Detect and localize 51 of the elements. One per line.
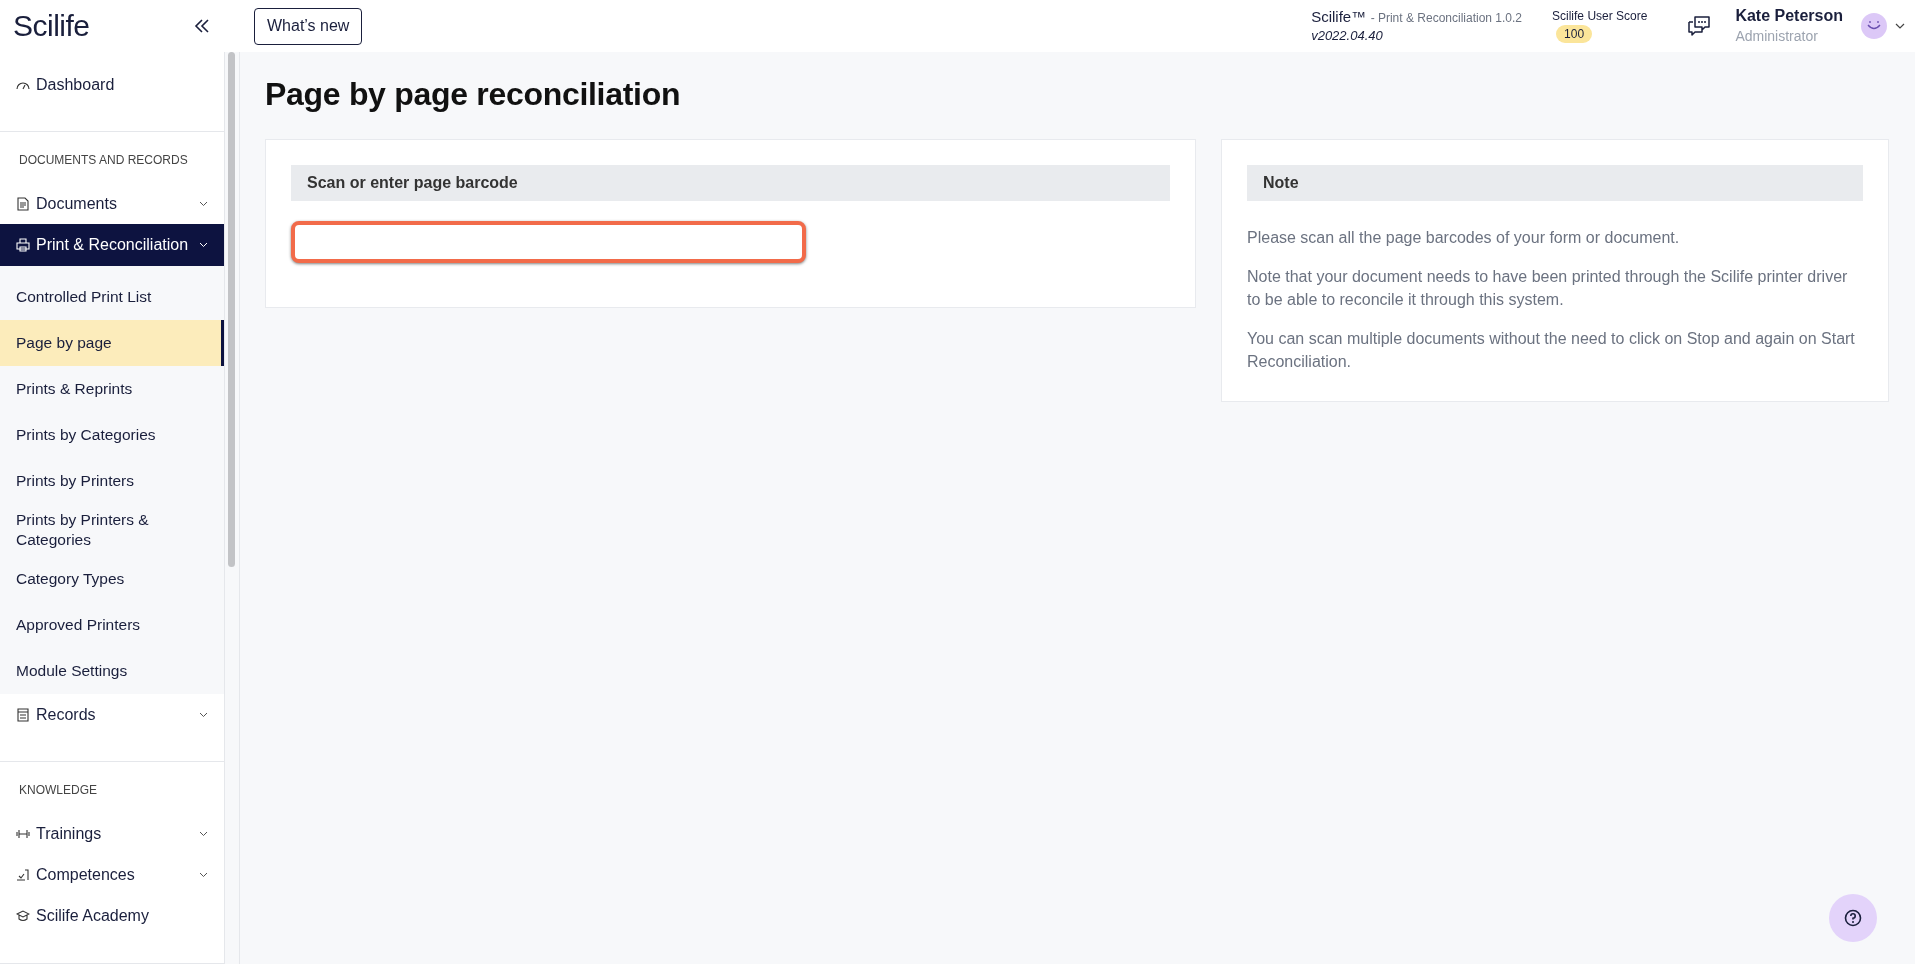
chevron-icon: [199, 242, 208, 249]
submenu-item[interactable]: Category Types: [0, 555, 224, 602]
submenu-item[interactable]: Prints by Printers & Categories: [0, 503, 224, 556]
graduation-cap-icon: [16, 909, 30, 924]
note-paragraph: Note that your document needs to have been printed through the Scilife printer driver to be able to reconcile it through this system.: [1247, 267, 1849, 310]
sidebar-item[interactable]: Scilife Academy: [0, 895, 224, 937]
module-version: - Print & Reconciliation 1.0.2: [1370, 10, 1523, 25]
note-paragraph: You can scan multiple documents without the need to click on Stop and again on Start Reconciliation.: [1247, 329, 1856, 372]
sidebar-item[interactable]: Documents: [0, 183, 224, 225]
logo-text: Scilife: [13, 9, 90, 43]
submenu-item[interactable]: Prints by Printers: [0, 457, 224, 504]
card-heading: Scan or enter page barcode: [291, 165, 1170, 201]
collapse-sidebar-icon[interactable]: [193, 17, 211, 35]
app-name: Scilife™: [1311, 7, 1367, 25]
chevron-icon: [199, 871, 208, 878]
records-icon: [16, 707, 30, 722]
user-role: Administrator: [1735, 27, 1819, 46]
certificate-icon: [16, 867, 30, 882]
section-heading: DOCUMENTS AND RECORDS: [18, 151, 189, 169]
note-paragraph: Please scan all the page barcodes of your form or document.: [1247, 228, 1681, 248]
avatar-icon[interactable]: [1861, 13, 1887, 39]
score-label: Scilife User Score: [1552, 9, 1648, 23]
section-heading: KNOWLEDGE: [18, 781, 98, 799]
card-heading: Note: [1247, 165, 1863, 201]
whats-new-button[interactable]: What’s new: [254, 7, 363, 45]
sidebar-item[interactable]: Print & Reconciliation: [0, 224, 224, 266]
chevron-icon: [199, 711, 208, 718]
submenu-item[interactable]: Page by page: [0, 319, 224, 366]
caret-icon[interactable]: [1895, 23, 1905, 29]
user-name: Kate Peterson: [1735, 6, 1843, 26]
sidebar-item[interactable]: Competences: [0, 854, 224, 896]
scrollbar-thumb[interactable]: [228, 52, 235, 567]
submenu-item[interactable]: Prints by Categories: [0, 411, 224, 458]
chat-icon[interactable]: [1687, 15, 1712, 37]
printer-icon: [16, 238, 30, 253]
chevron-icon: [199, 200, 208, 207]
submenu-item[interactable]: Module Settings: [0, 647, 224, 694]
submenu-item[interactable]: Controlled Print List: [0, 273, 224, 320]
barcode-input-field[interactable]: [291, 221, 806, 263]
help-icon: [1844, 909, 1862, 927]
app-version: v2022.04.40: [1311, 26, 1384, 45]
submenu-item[interactable]: Prints & Reprints: [0, 365, 224, 412]
chevron-icon: [199, 830, 208, 837]
sidebar-item[interactable]: Trainings: [0, 812, 224, 855]
document-icon: [16, 196, 30, 211]
sidebar-item[interactable]: Dashboard: [0, 64, 224, 106]
page-title: Page by page reconciliation: [265, 76, 682, 113]
submenu-item[interactable]: Approved Printers: [0, 601, 224, 648]
help-button[interactable]: [1829, 894, 1877, 942]
score-badge: 100: [1556, 25, 1593, 43]
sidebar-item[interactable]: Records: [0, 693, 224, 736]
